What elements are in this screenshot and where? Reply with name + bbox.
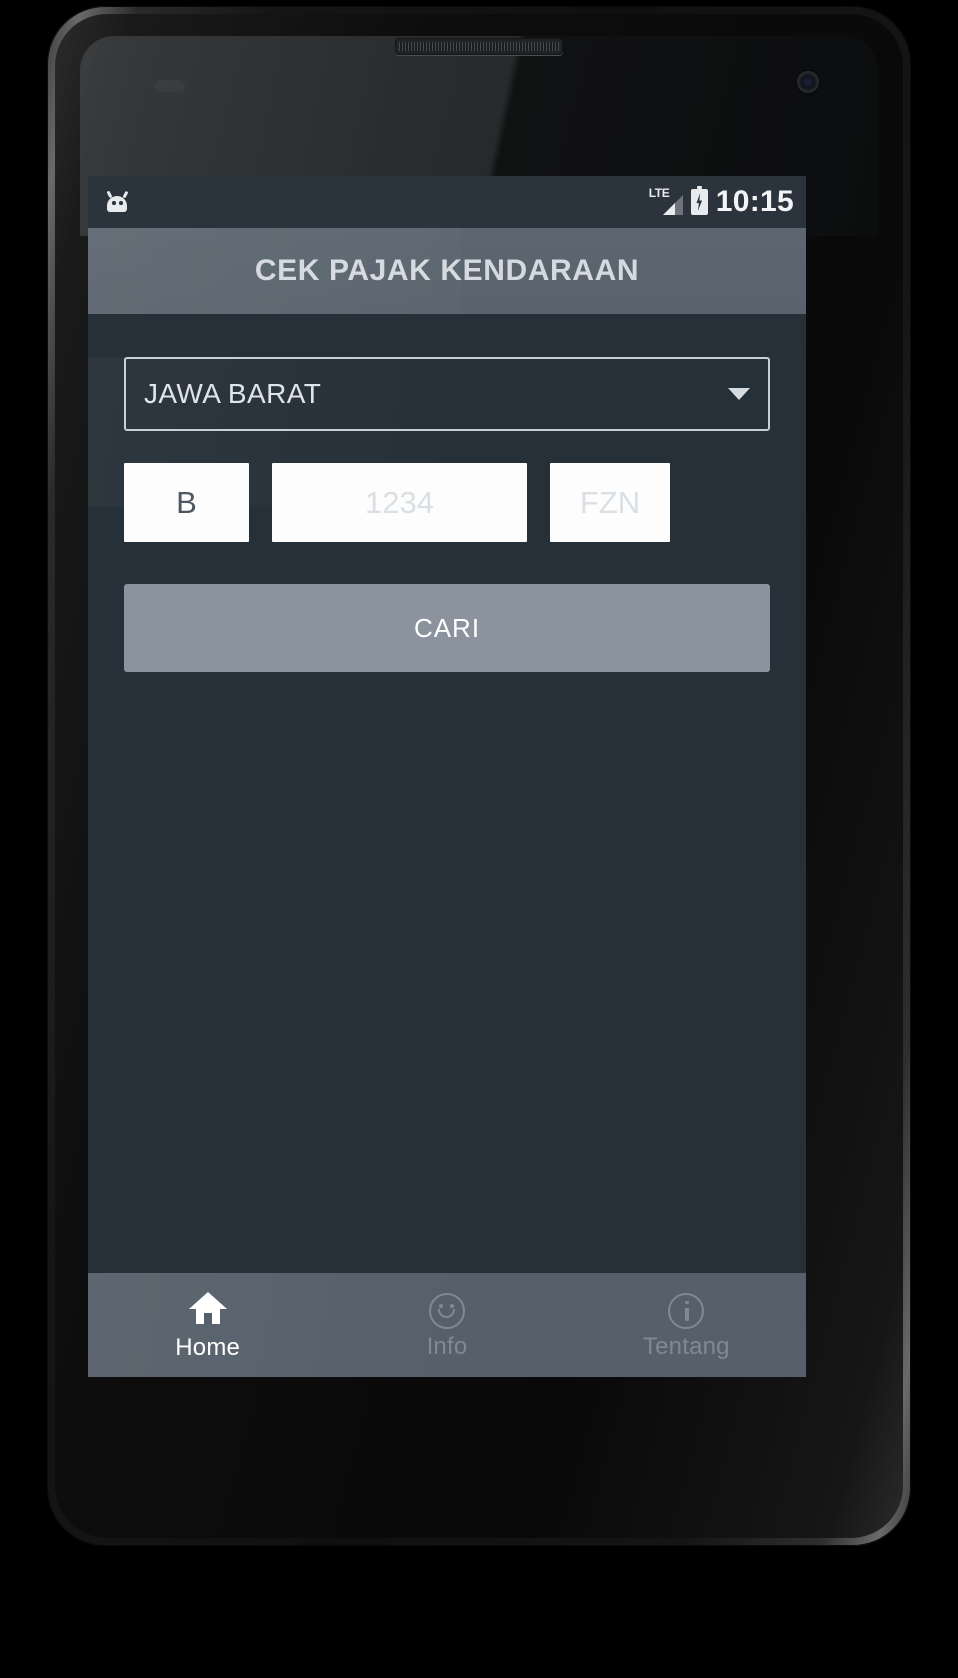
battery-charging-icon — [690, 186, 708, 215]
nav-item-home-label: Home — [175, 1333, 241, 1361]
earpiece-speaker — [395, 38, 563, 55]
nav-item-tentang-label: Tentang — [642, 1332, 730, 1360]
search-button[interactable]: CARI — [124, 584, 770, 672]
android-notification-icon — [104, 190, 130, 213]
page-title: CEK PAJAK KENDARAAN — [254, 254, 640, 287]
nav-item-home[interactable]: Home — [88, 1273, 327, 1377]
chevron-down-icon — [728, 388, 750, 400]
proximity-sensor — [155, 80, 185, 92]
nav-item-info-label: Info — [426, 1332, 468, 1360]
plate-prefix-input[interactable] — [124, 463, 249, 542]
main-content: JAWA BARAT CARI — [88, 357, 806, 1273]
plate-input-row — [124, 463, 770, 542]
nav-item-tentang[interactable]: Tentang — [567, 1273, 806, 1377]
action-bar: CEK PAJAK KENDARAAN — [88, 228, 806, 314]
plate-number-input[interactable] — [272, 463, 527, 542]
bottom-navigation: Home Info Tentang — [88, 1273, 806, 1377]
plate-suffix-input[interactable] — [550, 463, 670, 542]
smiley-face-icon — [428, 1292, 465, 1329]
phone-screen: LTE 10:15 CEK PAJAK KENDARAAN JAWA BARAT — [88, 176, 806, 1377]
phone-frame: LTE 10:15 CEK PAJAK KENDARAAN JAWA BARAT — [47, 6, 911, 1546]
nav-item-info[interactable]: Info — [327, 1273, 566, 1377]
status-bar: LTE 10:15 — [88, 176, 806, 228]
status-bar-right: LTE 10:15 — [649, 185, 794, 219]
province-spinner-value: JAWA BARAT — [144, 378, 322, 409]
status-bar-clock: 10:15 — [715, 185, 794, 218]
province-spinner[interactable]: JAWA BARAT — [124, 357, 770, 431]
signal-bars-icon: LTE — [649, 187, 683, 217]
front-camera — [797, 71, 819, 93]
home-icon — [188, 1290, 228, 1330]
info-circle-icon — [668, 1292, 705, 1329]
